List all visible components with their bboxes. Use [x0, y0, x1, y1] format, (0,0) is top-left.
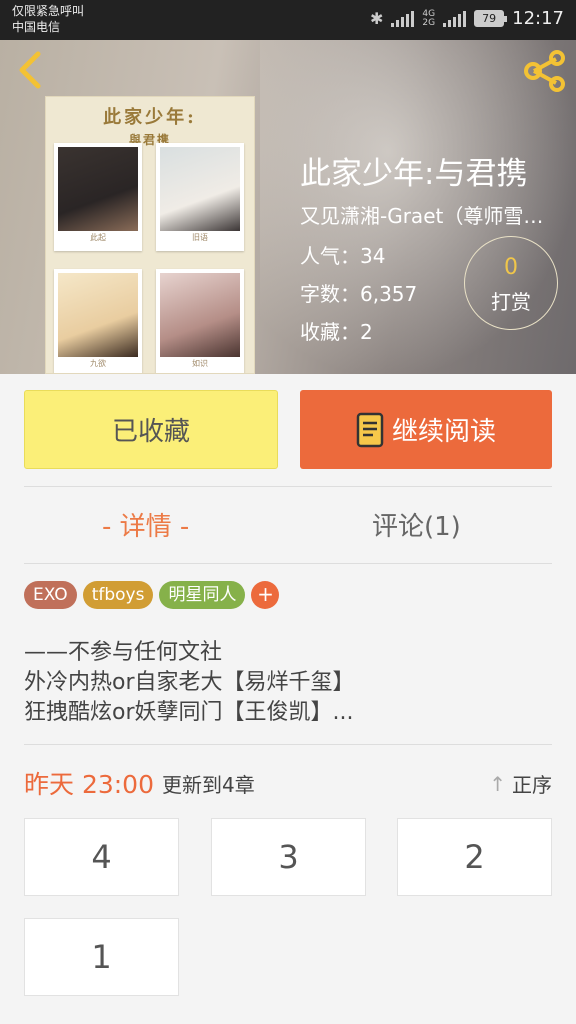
battery-icon: 79 — [474, 10, 508, 27]
tip-button[interactable]: 0 打赏 — [464, 236, 558, 330]
tag-tfboys[interactable]: tfboys — [82, 581, 154, 609]
divider — [24, 563, 552, 564]
chapter-button[interactable]: 3 — [211, 818, 366, 896]
sort-toggle[interactable]: ↑ 正序 — [489, 769, 552, 798]
book-author[interactable]: 又见潇湘-Graet（尊师雪落） — [300, 200, 562, 229]
book-icon — [356, 412, 384, 447]
description-line: ——不参与任何文社 — [24, 640, 223, 665]
word-count-stat: 字数：6,357 — [300, 282, 418, 306]
back-button[interactable] — [14, 50, 50, 90]
favorited-button[interactable]: 已收藏 — [24, 390, 278, 469]
tab-comments[interactable]: 评论(1) — [372, 506, 461, 543]
description-line: 狂拽酷炫or妖孽同门【王俊凯】... — [24, 700, 354, 725]
divider — [24, 744, 552, 745]
carrier-name: 中国电信 — [12, 20, 61, 34]
book-header: 此家少年: 與君携 此起 旧语 九欲 如识 此家少年:与君携 又见潇湘-Grae… — [0, 40, 576, 374]
emergency-call-text: 仅限紧急呼叫 — [12, 4, 85, 18]
chevron-left-icon — [19, 51, 41, 89]
tag-celebrity-fanfic[interactable]: 明星同人 — [159, 581, 246, 609]
tip-label: 打赏 — [491, 290, 531, 314]
cover-photo: 如识 — [156, 269, 244, 373]
continue-reading-button[interactable]: 继续阅读 — [300, 390, 552, 469]
network-type: 4G 2G — [422, 8, 436, 28]
status-icons: ✱ 4G 2G 79 12:17 — [370, 8, 564, 29]
tag-list: EXO tfboys 明星同人 + — [24, 581, 280, 609]
status-bar: 仅限紧急呼叫 中国电信 ✱ 4G 2G 79 12:17 — [0, 0, 576, 40]
continue-reading-label: 继续阅读 — [391, 417, 496, 447]
arrow-up-icon: ↑ — [489, 771, 506, 796]
update-info: 更新到4章 — [162, 773, 255, 797]
tag-exo[interactable]: EXO — [24, 581, 77, 609]
divider — [24, 486, 552, 487]
favorited-label: 已收藏 — [111, 417, 190, 447]
clock: 12:17 — [512, 8, 564, 29]
cover-photo: 九欲 — [54, 269, 142, 373]
share-icon — [524, 50, 565, 92]
cover-photos: 此起 旧语 九欲 如识 — [54, 143, 248, 373]
cover-photo: 旧语 — [156, 143, 244, 251]
chapter-button[interactable]: 4 — [24, 818, 179, 896]
tip-count: 0 — [504, 255, 518, 280]
chapter-button[interactable]: 1 — [24, 918, 179, 996]
popularity-stat: 人气：34 — [300, 244, 386, 268]
tab-detail[interactable]: - 详情 - — [102, 506, 189, 543]
add-tag-button[interactable]: + — [251, 581, 280, 609]
cover-title: 此家少年: 與君携 — [103, 107, 197, 147]
favorites-stat: 收藏：2 — [300, 320, 373, 344]
book-title: 此家少年:与君携 — [300, 156, 528, 192]
book-cover[interactable]: 此家少年: 與君携 此起 旧语 九欲 如识 — [45, 96, 255, 374]
carrier-info: 仅限紧急呼叫 中国电信 — [12, 3, 84, 35]
cover-photo: 此起 — [54, 143, 142, 251]
signal-icon — [391, 10, 415, 27]
sort-label: 正序 — [512, 773, 552, 797]
book-description[interactable]: ——不参与任何文社 外冷内热or自家老大【易烊千玺】 狂拽酷炫or妖孽同门【王俊… — [24, 638, 554, 728]
share-button[interactable] — [522, 50, 568, 92]
chapter-button[interactable]: 2 — [397, 818, 552, 896]
description-line: 外冷内热or自家老大【易烊千玺】 — [24, 670, 355, 695]
update-time: 昨天 23:00 — [24, 770, 154, 799]
signal-icon-2 — [443, 10, 467, 27]
bluetooth-icon: ✱ — [370, 9, 384, 28]
